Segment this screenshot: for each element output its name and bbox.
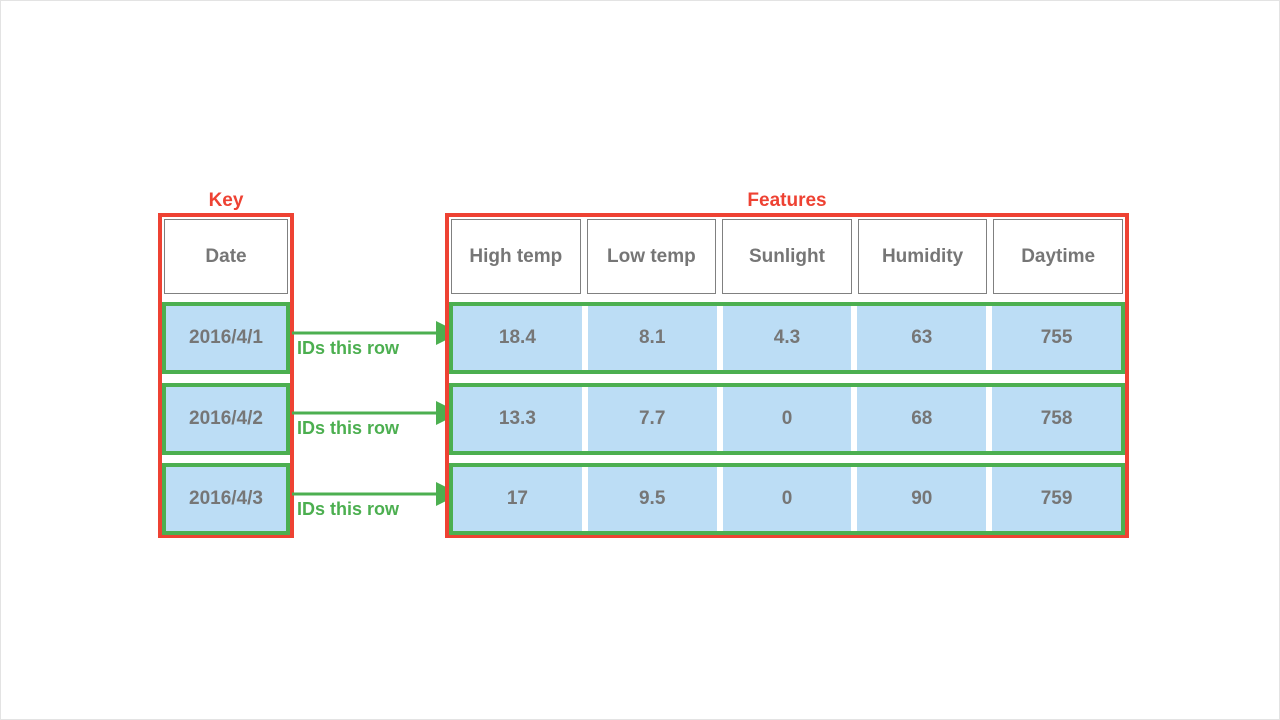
key-header-row: Date [164, 219, 288, 294]
key-cell-date: 2016/4/1 [166, 306, 286, 370]
key-cell-date: 2016/4/2 [166, 387, 286, 451]
features-row[interactable]: 17 9.5 0 90 759 [449, 463, 1125, 535]
features-cell-sunlight: 0 [722, 387, 852, 451]
features-section-title: Features [747, 190, 827, 211]
features-cell-humidity: 68 [857, 387, 987, 451]
arrow-label: IDs this row [297, 499, 400, 519]
features-cell-low-temp: 8.1 [587, 306, 717, 370]
features-cell-sunlight: 0 [722, 467, 852, 531]
features-row[interactable]: 13.3 7.7 0 68 758 [449, 383, 1125, 455]
features-cell-high-temp: 13.3 [453, 387, 582, 451]
features-cell-high-temp: 17 [453, 467, 582, 531]
arrow-label: IDs this row [297, 338, 400, 358]
arrow-label: IDs this row [297, 418, 400, 438]
key-row[interactable]: 2016/4/2 [162, 383, 290, 455]
features-cell-daytime: 758 [992, 387, 1121, 451]
key-header-cell-date: Date [164, 219, 288, 294]
key-section-title: Key [208, 190, 244, 211]
features-cell-daytime: 759 [992, 467, 1121, 531]
key-row[interactable]: 2016/4/1 [162, 302, 290, 374]
features-header-row: High temp Low temp Sunlight Humidity Day… [451, 219, 1123, 294]
features-header-cell-sunlight: Sunlight [722, 219, 852, 294]
features-cell-daytime: 755 [992, 306, 1121, 370]
features-header-cell-daytime: Daytime [993, 219, 1123, 294]
features-row[interactable]: 18.4 8.1 4.3 63 755 [449, 302, 1125, 374]
key-cell-date: 2016/4/3 [166, 467, 286, 531]
features-cell-low-temp: 7.7 [587, 387, 717, 451]
key-row[interactable]: 2016/4/3 [162, 463, 290, 535]
features-cell-sunlight: 4.3 [722, 306, 852, 370]
features-header-cell-humidity: Humidity [857, 219, 988, 294]
diagram-canvas: Key Date 2016/4/1 2016/4/2 2016/4/3 IDs … [0, 0, 1280, 720]
features-cell-humidity: 63 [857, 306, 987, 370]
features-cell-low-temp: 9.5 [587, 467, 717, 531]
features-cell-high-temp: 18.4 [453, 306, 582, 370]
features-header-cell-high-temp: High temp [451, 219, 581, 294]
features-header-cell-low-temp: Low temp [586, 219, 717, 294]
features-cell-humidity: 90 [857, 467, 987, 531]
